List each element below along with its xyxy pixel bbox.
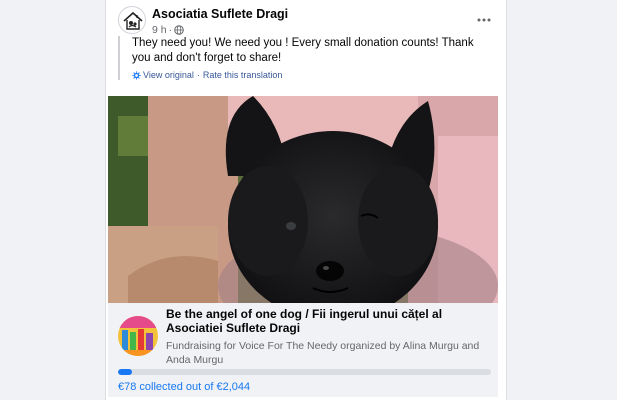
link-separator: · <box>196 70 200 80</box>
fundraiser-progress-fill <box>118 369 133 375</box>
post-photo[interactable] <box>108 96 498 303</box>
fundraiser-image <box>118 316 158 356</box>
post-card: Asociatia Suflete Dragi 9 h · They need … <box>105 0 507 400</box>
page-avatar[interactable] <box>118 6 146 34</box>
house-logo-icon <box>123 11 143 30</box>
post-message: They need you! We need you ! Every small… <box>132 37 474 64</box>
fundraiser-collected: €78 collected out of €2,044 <box>118 381 251 393</box>
gear-icon <box>132 70 141 80</box>
post-header: Asociatia Suflete Dragi 9 h · <box>118 6 498 36</box>
more-options-button[interactable] <box>472 8 496 32</box>
post-meta: 9 h · <box>152 24 184 36</box>
translated-text-block: They need you! We need you ! Every small… <box>118 36 488 80</box>
post-time[interactable]: 9 h <box>152 24 167 36</box>
fundraiser-panel[interactable]: Be the angel of one dog / Fii ingerul un… <box>108 303 498 397</box>
author-name[interactable]: Asociatia Suflete Dragi <box>152 7 288 21</box>
fundraiser-title[interactable]: Be the angel of one dog / Fii ingerul un… <box>166 307 491 335</box>
globe-icon <box>174 25 184 35</box>
view-original-link[interactable]: View original <box>143 70 194 80</box>
translation-links: View original · Rate this translation <box>132 70 488 80</box>
fundraiser-subtitle: Fundraising for Voice For The Needy orga… <box>166 340 480 366</box>
dog-photo-image <box>108 96 498 303</box>
more-options-icon <box>477 18 491 22</box>
fundraiser-thumbnail <box>118 316 158 356</box>
rate-translation-link[interactable]: Rate this translation <box>203 70 283 80</box>
fundraiser-progress-bar <box>118 369 491 375</box>
